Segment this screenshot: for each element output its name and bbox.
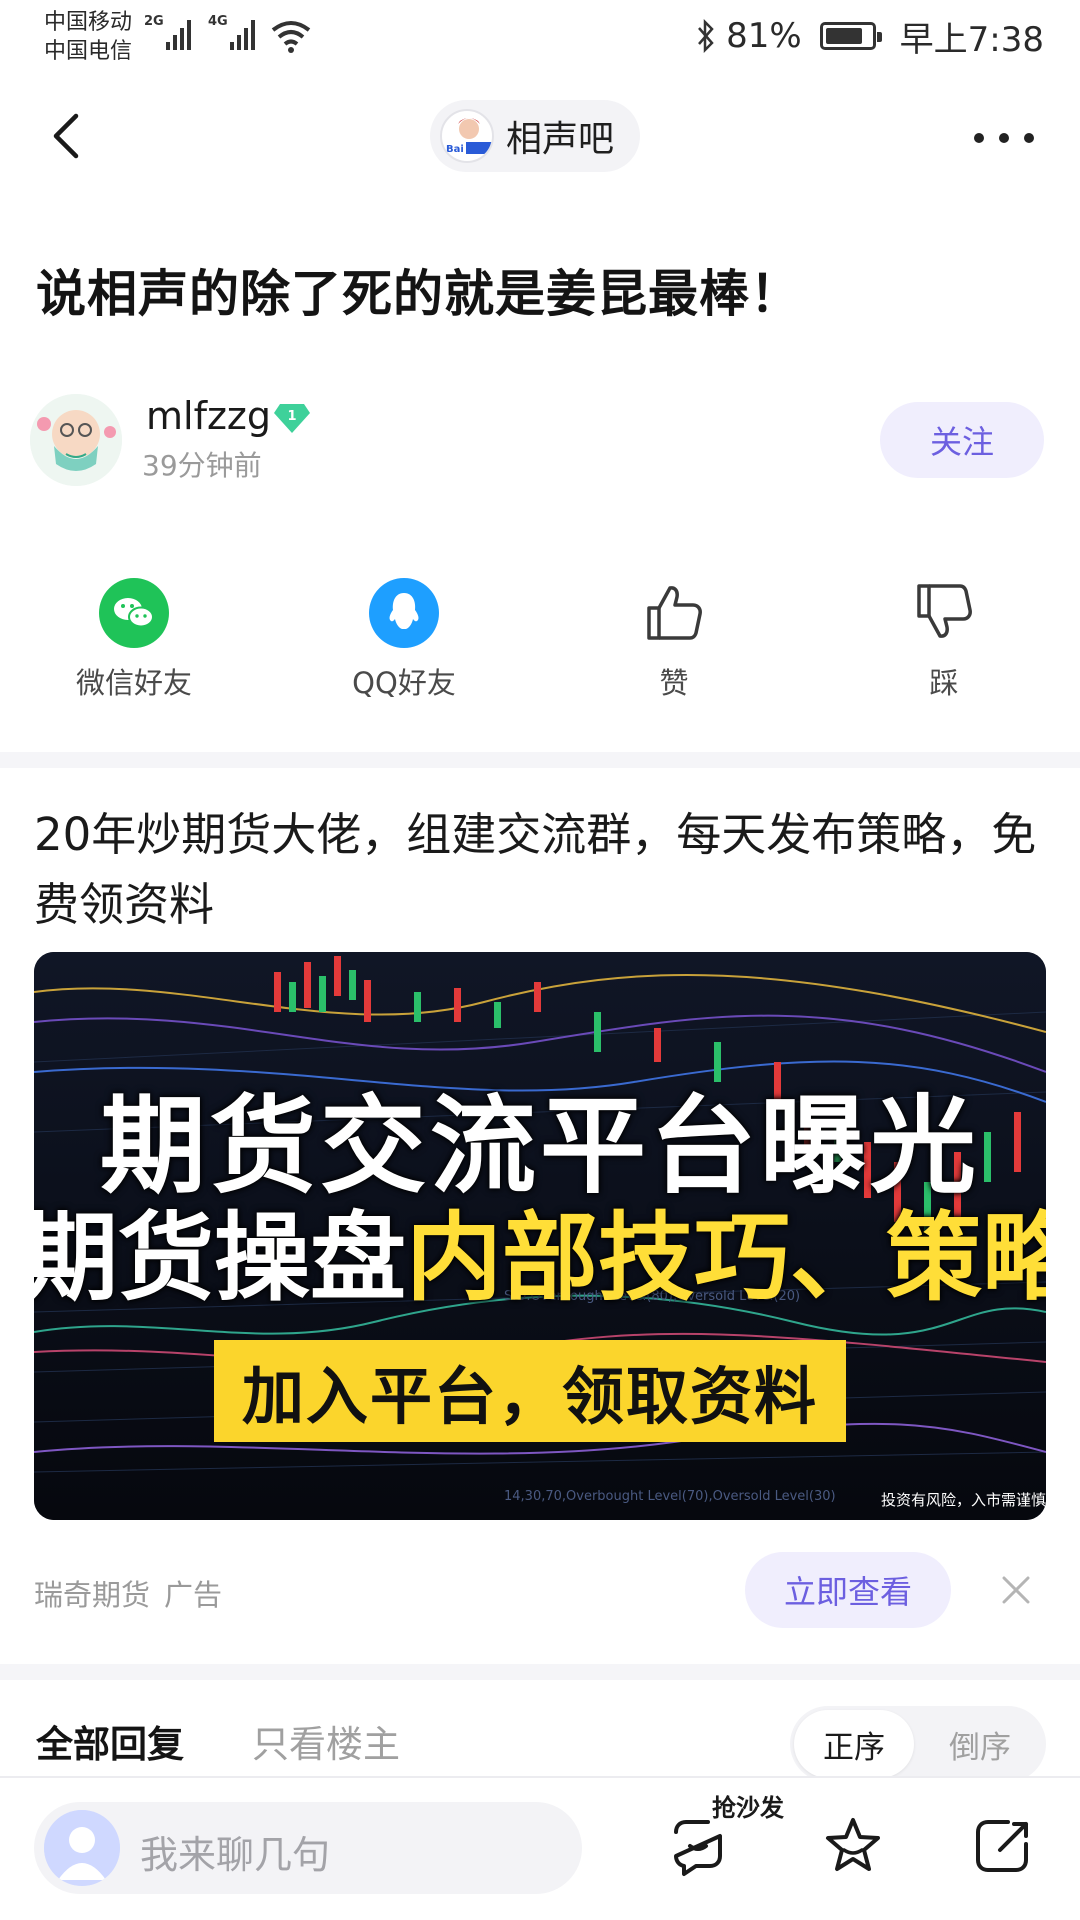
close-ad-button[interactable] [996,1570,1036,1610]
author-avatar[interactable] [30,394,122,486]
share-row: 微信好友 QQ好友 赞 踩 [0,578,1080,708]
post-title: 说相声的除了死的就是姜昆最棒！ [36,265,801,323]
ad-tag: 广告 [164,1578,223,1612]
svg-text:Bai: Bai [446,144,464,155]
comment-bubble-icon [674,1820,722,1876]
favorite-button[interactable] [820,1814,886,1880]
dislike-label: 踩 [929,666,959,700]
battery-percent: 81% [726,16,802,56]
comment-placeholder: 我来聊几句 [140,1833,331,1877]
share-arrow-icon [976,1820,1028,1872]
bluetooth-icon [698,19,714,53]
bottom-bar: 我来聊几句 抢沙发 [0,1776,1080,1920]
post-time: 39分钟前 [142,449,262,482]
diamond-badge-icon: 1 [274,404,310,433]
view-now-button[interactable]: 立即查看 [745,1552,951,1628]
thumbs-up-icon [639,578,709,648]
more-dot-icon [999,133,1009,143]
more-dot-icon [1024,133,1034,143]
like-button[interactable]: 赞 [584,578,764,702]
share-qq-label: QQ好友 [352,666,456,700]
ad-headline[interactable]: 20年炒期货大佬，组建交流群，每天发布策略，免费领资料 [34,800,1044,940]
sort-toggle: 正序 倒序 [790,1706,1046,1782]
battery-icon [819,22,882,50]
network-type-1: 2G [144,14,164,29]
section-divider [0,1664,1080,1680]
ad-banner-subheadline: 期货操盘内部技巧、策略 [34,1180,1046,1319]
tab-all-replies[interactable]: 全部回复 [36,1714,184,1768]
forum-pill[interactable]: Bai 相声吧 [430,100,641,172]
ad-risk-note: 投资有风险，入市需谨慎 [880,1491,1046,1509]
level-badge: 1 [272,400,312,436]
sort-ascending-button[interactable]: 正序 [794,1710,914,1778]
network-type-2: 4G [208,14,228,29]
share-wechat-button[interactable]: 微信好友 [44,578,224,702]
more-dot-icon [974,133,984,143]
qq-icon [369,578,439,648]
forum-name: 相声吧 [506,119,615,160]
cell-signal-1-icon: 2G [144,14,194,58]
thumbs-down-icon [909,578,979,648]
user-avatar-icon [44,1810,120,1886]
battery-fill [825,28,862,44]
more-menu-button[interactable] [974,118,1034,158]
like-label: 赞 [659,666,689,700]
wifi-icon [270,18,312,58]
clock: 早上7:38 [899,19,1044,60]
ad-banner-sub-yellow: 内部技巧、策略 [406,1202,1046,1314]
back-button[interactable] [40,106,100,166]
comment-button[interactable] [668,1814,734,1880]
ad-source: 瑞奇期货 广告 [34,1572,222,1614]
level-number: 1 [287,409,296,424]
status-right: 81% 早上7:38 [696,14,1044,60]
follow-button[interactable]: 关注 [880,402,1044,478]
carrier-labels: 中国移动 中国电信 [44,8,132,66]
ad-banner-sub-white: 期货操盘 [34,1202,406,1314]
ad-advertiser: 瑞奇期货 [34,1578,151,1612]
share-wechat-label: 微信好友 [75,666,192,700]
cell-signal-2-icon: 4G [208,14,264,58]
carrier-1: 中国移动 [44,10,133,35]
section-divider [0,752,1080,768]
share-qq-button[interactable]: QQ好友 [314,578,494,702]
author-name[interactable]: mlfzzg [146,394,271,438]
status-bar: 中国移动 中国电信 2G 4G 81% 早上7:38 [0,0,1080,76]
carrier-2: 中国电信 [44,39,133,64]
star-icon [826,1818,880,1871]
close-icon [1002,1576,1030,1604]
chevron-left-icon [53,113,79,159]
ad-banner[interactable]: S.D.Overbought Level(80),Oversold Level(… [34,952,1046,1520]
ad-chart-label-2: 14,30,70,Overbought Level(70),Oversold L… [504,1489,836,1504]
ad-banner-cta: 加入平台，领取资料 [214,1340,846,1442]
forum-logo: Bai [440,109,494,163]
comment-input[interactable]: 我来聊几句 [34,1802,582,1894]
top-nav: Bai 相声吧 [0,96,1080,182]
tab-op-only[interactable]: 只看楼主 [252,1714,400,1768]
dislike-button[interactable]: 踩 [854,578,1034,702]
wechat-icon [99,578,169,648]
sort-descending-button[interactable]: 倒序 [918,1710,1042,1778]
share-button[interactable] [970,1814,1036,1880]
